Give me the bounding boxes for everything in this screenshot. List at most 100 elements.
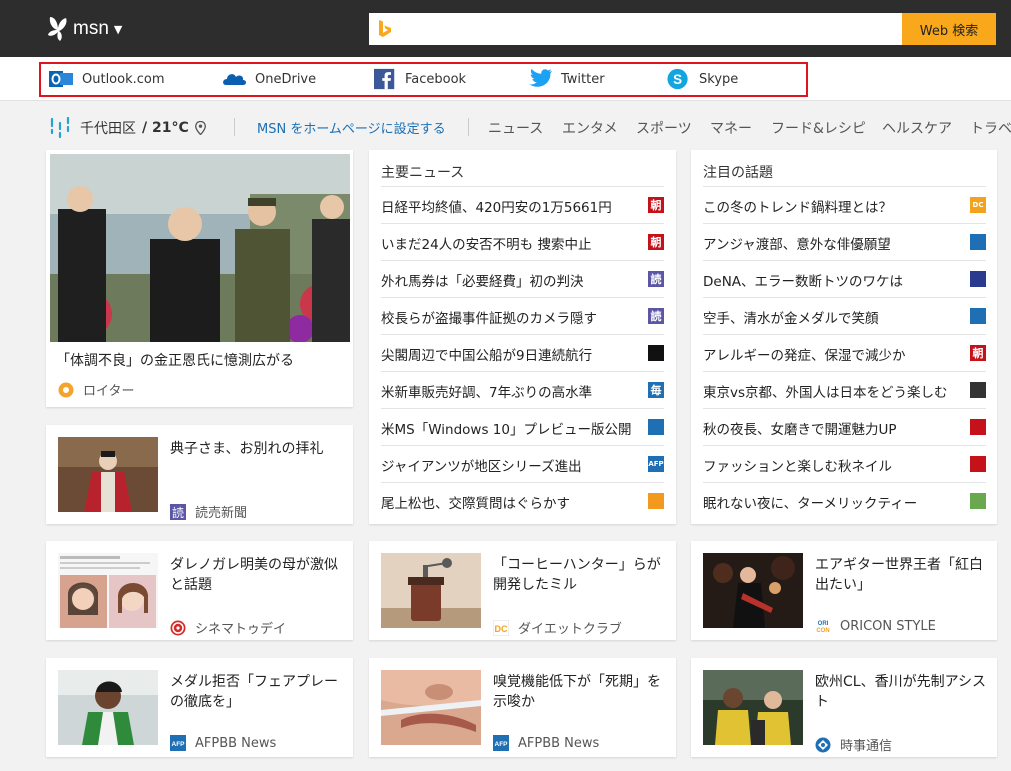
list-item[interactable]: アンジャ渡部、意外な俳優願望 (703, 223, 986, 260)
list-item[interactable]: 尖閣周辺で中国公船が9日連続航行 (381, 334, 664, 371)
quick-link-label: Outlook.com (82, 71, 165, 87)
list-item[interactable]: 日経平均終値、420円安の1万5661円 朝 (381, 186, 664, 223)
list-item[interactable]: アレルギーの発症、保湿で減少か 朝 (703, 334, 986, 371)
svg-text:AFP: AFP (172, 741, 186, 748)
afp-icon: AFP (493, 735, 509, 751)
story-card[interactable]: ダレノガレ明美の母が激似と話題 シネマトゥデイ (46, 541, 353, 640)
list-item[interactable]: 空手、清水が金メダルで笑顔 (703, 297, 986, 334)
nav-item-sports[interactable]: スポーツ (636, 118, 692, 138)
nav-item-news[interactable]: ニュース (488, 118, 543, 138)
quick-link-facebook[interactable]: Facebook (374, 66, 466, 92)
story-thumbnail[interactable] (703, 670, 803, 745)
story-thumbnail[interactable] (381, 670, 481, 745)
story-card[interactable]: エアギター世界王者「紅白出たい」 ORI CON ORICON STYLE (691, 541, 997, 640)
list-item-text: アレルギーの発症、保湿で減少か (703, 348, 906, 364)
quick-link-label: Twitter (561, 71, 605, 87)
list-item[interactable]: 校長らが盗撮事件証拠のカメラ隠す 読 (381, 297, 664, 334)
story-card[interactable]: 嗅覚機能低下が「死期」を示唆か AFP AFPBB News (369, 658, 676, 757)
story-title[interactable]: メダル拒否「フェアプレーの徹底を」 (170, 672, 345, 712)
nav-divider (468, 118, 469, 136)
hero-title[interactable]: 「体調不良」の金正恩氏に憶測広がる (56, 350, 294, 370)
set-homepage-link[interactable]: MSN をホームページに設定する (257, 118, 446, 137)
story-thumbnail[interactable] (58, 553, 158, 628)
source-badge-icon (970, 271, 986, 287)
svg-text:DC: DC (495, 624, 508, 634)
list-item[interactable]: DeNA、エラー数断トツのワケは (703, 260, 986, 297)
list-item-text: 秋の夜長、女磨きで開運魅力UP (703, 422, 897, 438)
story-title[interactable]: 「コーヒーハンター」らが開発したミル (493, 555, 668, 595)
story-source[interactable]: ORI CON ORICON STYLE (815, 618, 936, 634)
quick-link-outlook[interactable]: Outlook.com (49, 66, 165, 92)
story-thumbnail[interactable] (58, 670, 158, 745)
nav-item-travel[interactable]: トラベ (970, 118, 1011, 138)
list-item[interactable]: 米新車販売好調、7年ぶりの高水準 毎 (381, 371, 664, 408)
weather-temp: / 21°C (142, 120, 189, 136)
nav-item-entertainment[interactable]: エンタメ (562, 118, 618, 138)
hero-card[interactable]: 「体調不良」の金正恩氏に憶測広がる ロイター (46, 150, 353, 407)
story-thumbnail[interactable] (703, 553, 803, 628)
oricon-icon: ORICON (815, 618, 831, 634)
story-title[interactable]: 嗅覚機能低下が「死期」を示唆か (493, 672, 668, 712)
story-source[interactable]: AFP AFPBB News (493, 735, 599, 751)
logo-text: msn (73, 18, 109, 39)
web-search-button[interactable]: Web 検索 (902, 13, 996, 45)
nav-item-money[interactable]: マネー (710, 118, 752, 138)
story-source[interactable]: AFP AFPBB News (170, 735, 276, 751)
nav-divider (234, 118, 235, 136)
list-item[interactable]: この冬のトレンド鍋料理とは？ DC (703, 186, 986, 223)
list-item-text: ファッションと楽しむ秋ネイル (703, 459, 892, 475)
nav-item-food[interactable]: フード&レシピ (771, 118, 866, 138)
story-source[interactable]: DC ダイエットクラブ (493, 618, 622, 637)
hero-image[interactable] (50, 154, 350, 342)
source-badge-icon: 朝 (970, 345, 986, 361)
story-thumbnail[interactable] (381, 553, 481, 628)
nav-item-health[interactable]: ヘルスケア (882, 118, 952, 138)
list-item[interactable]: 東京vs京都、外国人は日本をどう楽しむ (703, 371, 986, 408)
story-title[interactable]: エアギター世界王者「紅白出たい」 (815, 555, 990, 595)
list-item[interactable]: 眠れない夜に、ターメリックティー (703, 482, 986, 519)
list-item-text: アンジャ渡部、意外な俳優願望 (703, 237, 891, 253)
msn-logo[interactable]: msn ▼ (46, 14, 122, 44)
quick-link-onedrive[interactable]: OneDrive (222, 66, 316, 92)
quick-link-label: Facebook (405, 71, 467, 87)
nav-row: 千代田区 / 21°C MSN をホームページに設定する ニュース エンタメ ス… (0, 108, 1011, 146)
list-item[interactable]: ジャイアンツが地区シリーズ進出 AFP (381, 445, 664, 482)
quick-link-label: Skype (699, 71, 739, 87)
story-card[interactable]: 典子さま、お別れの拝礼 読 読売新聞 (46, 425, 353, 524)
top-news-heading: 主要ニュース (381, 165, 465, 181)
story-card[interactable]: メダル拒否「フェアプレーの徹底を」 AFP AFPBB News (46, 658, 353, 757)
story-card[interactable]: 「コーヒーハンター」らが開発したミル DC ダイエットクラブ (369, 541, 676, 640)
list-item[interactable]: いまだ24人の安否不明も 捜索中止 朝 (381, 223, 664, 260)
search-input[interactable] (401, 13, 896, 45)
source-badge-icon: 読 (648, 308, 664, 324)
list-item[interactable]: ファッションと楽しむ秋ネイル (703, 445, 986, 482)
list-item-text: 米MS「Windows 10」プレビュー版公開 (381, 422, 632, 438)
source-badge-icon (970, 456, 986, 472)
weather-widget[interactable]: 千代田区 / 21°C (48, 117, 206, 139)
dietclub-icon: DC (493, 619, 509, 636)
hero-source[interactable]: ロイター (58, 380, 134, 399)
location-pin-icon[interactable] (194, 121, 206, 135)
butterfly-icon (48, 17, 67, 41)
quick-link-skype[interactable]: S Skype (667, 66, 738, 92)
list-item-text: 眠れない夜に、ターメリックティー (703, 496, 918, 512)
story-source[interactable]: シネマトゥデイ (170, 618, 286, 637)
list-item[interactable]: 尾上松也、交際質問はぐらかす (381, 482, 664, 519)
story-thumbnail[interactable] (58, 437, 158, 512)
story-source[interactable]: 時事通信 (815, 735, 892, 754)
search-box (369, 13, 902, 45)
list-item[interactable]: 外れ馬券は「必要経費」初の判決 読 (381, 260, 664, 297)
story-title[interactable]: ダレノガレ明美の母が激似と話題 (170, 555, 345, 595)
quick-link-twitter[interactable]: Twitter (528, 66, 605, 92)
story-title[interactable]: 典子さま、お別れの拝礼 (170, 439, 345, 459)
list-item[interactable]: 秋の夜長、女磨きで開運魅力UP (703, 408, 986, 445)
list-item[interactable]: 米MS「Windows 10」プレビュー版公開 (381, 408, 664, 445)
twitter-icon (529, 68, 552, 87)
chevron-down-icon[interactable]: ▼ (114, 23, 122, 36)
reuters-icon (58, 382, 74, 397)
source-label: AFPBB News (518, 735, 600, 751)
story-title[interactable]: 欧州CL、香川が先制アシスト (815, 672, 990, 712)
svg-text:読: 読 (172, 505, 184, 520)
story-card[interactable]: 欧州CL、香川が先制アシスト 時事通信 (691, 658, 997, 757)
story-source[interactable]: 読 読売新聞 (170, 502, 247, 521)
